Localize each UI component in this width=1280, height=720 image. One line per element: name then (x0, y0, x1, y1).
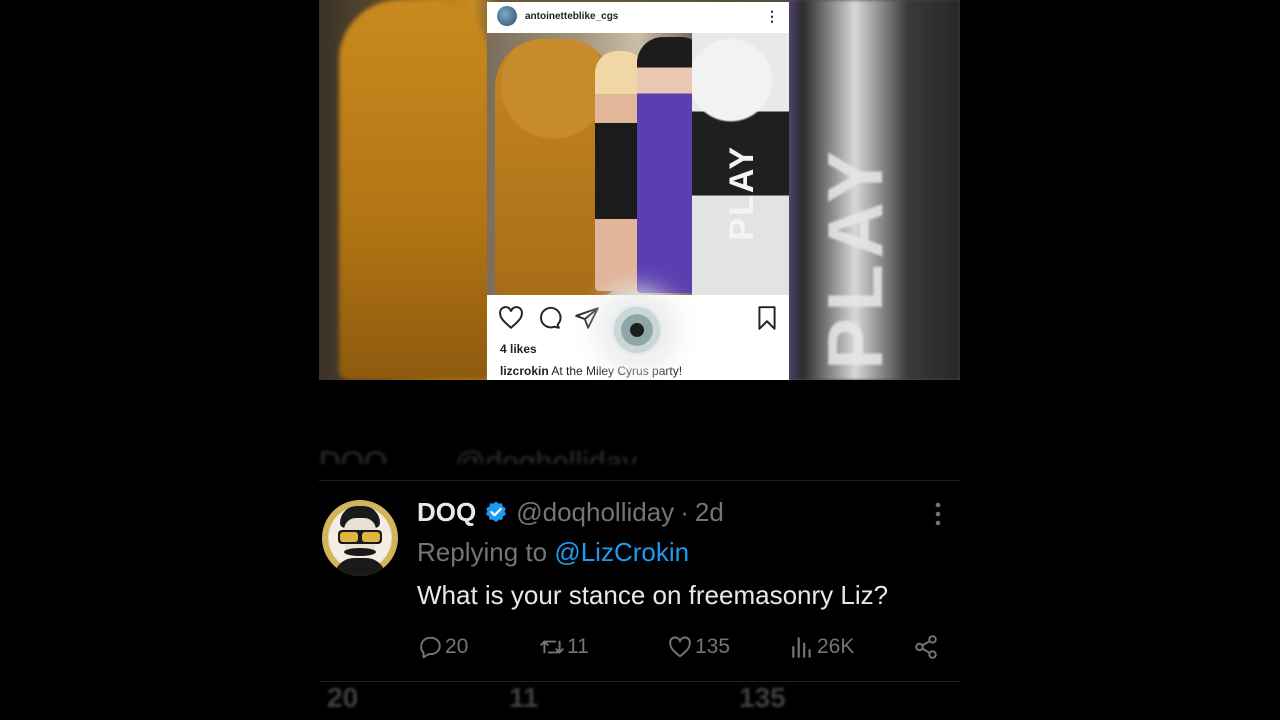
share-button[interactable] (913, 632, 941, 662)
tweet[interactable]: DOQ @doqholliday · 2d Replying to @LizCr… (319, 481, 960, 681)
retweet-icon (540, 640, 564, 654)
replying-to: Replying to @LizCrokin (417, 537, 689, 568)
instagram-more-icon[interactable]: ⋮ (765, 8, 779, 25)
instagram-post: antoinetteblike_cgs ⋮ PLAY 4 likes lizcr… (487, 2, 789, 380)
like-button[interactable]: 135 (667, 632, 730, 662)
heart-icon[interactable] (498, 305, 524, 331)
eye-overlay-icon (611, 304, 663, 356)
play-sign-blur: PLAY (811, 145, 899, 370)
views-icon (792, 637, 811, 658)
bear-costume-blur (339, 0, 489, 380)
tweet-text: What is your stance on freemasonry Liz? (417, 580, 889, 610)
retweet-button[interactable]: 11 (539, 632, 589, 662)
share-icon[interactable] (574, 305, 600, 331)
avatar-mustache (344, 548, 376, 556)
ghost-handle: @doqholliday (455, 446, 638, 464)
display-name[interactable]: DOQ (417, 497, 476, 528)
video-frame: PLAY antoinetteblike_cgs ⋮ PLAY 4 likes … (319, 0, 960, 720)
instagram-avatar[interactable] (497, 6, 517, 26)
share-node-icon (915, 635, 937, 659)
verified-badge-icon (486, 501, 507, 522)
tweet-actions: 20 11 135 26K (417, 632, 947, 662)
caption-username[interactable]: lizcrokin (500, 364, 549, 378)
ghost-tweet-header: DOQ @doqholliday (319, 446, 960, 464)
play-sign: PLAY (723, 145, 761, 241)
timestamp[interactable]: 2d (695, 497, 724, 528)
instagram-caption: lizcrokin At the Miley Cyrus party! (500, 364, 682, 378)
instagram-photo: PLAY (487, 33, 789, 295)
tweet-author-row: DOQ @doqholliday · 2d (417, 497, 724, 527)
bookmark-icon[interactable] (754, 305, 780, 331)
instagram-likes[interactable]: 4 likes (500, 342, 537, 356)
reply-icon (420, 636, 441, 659)
ghost-reply-count: 20 (327, 686, 359, 713)
retweet-count: 11 (567, 635, 589, 658)
ghost-name: DOQ (319, 446, 388, 464)
blurred-photo-background: PLAY antoinetteblike_cgs ⋮ PLAY 4 likes … (319, 0, 960, 380)
instagram-post-header: antoinetteblike_cgs ⋮ (487, 2, 789, 30)
bottom-divider (319, 681, 960, 682)
instagram-username[interactable]: antoinetteblike_cgs (525, 11, 765, 22)
reply-count: 20 (445, 635, 469, 658)
reply-button[interactable]: 20 (417, 632, 468, 662)
ghost-retweet-count: 11 (509, 686, 539, 713)
mention-link[interactable]: @LizCrokin (554, 537, 689, 567)
views-button[interactable]: 26K (789, 632, 854, 662)
separator-dot: · (680, 496, 689, 527)
avatar[interactable] (322, 500, 398, 576)
like-count: 135 (695, 635, 731, 658)
ghost-like-count: 135 (739, 686, 786, 713)
ghost-action-bar: 20 11 135 (319, 686, 960, 720)
replying-prefix: Replying to (417, 537, 555, 567)
caption-text: At the Miley Cyrus party! (548, 364, 683, 378)
like-icon (669, 636, 691, 658)
avatar-body (334, 558, 386, 576)
avatar-lens-right (362, 532, 380, 542)
views-count: 26K (817, 635, 855, 658)
handle[interactable]: @doqholliday (516, 497, 674, 528)
more-icon[interactable] (933, 501, 943, 529)
comment-icon[interactable] (536, 305, 562, 331)
avatar-lens-left (340, 532, 358, 542)
